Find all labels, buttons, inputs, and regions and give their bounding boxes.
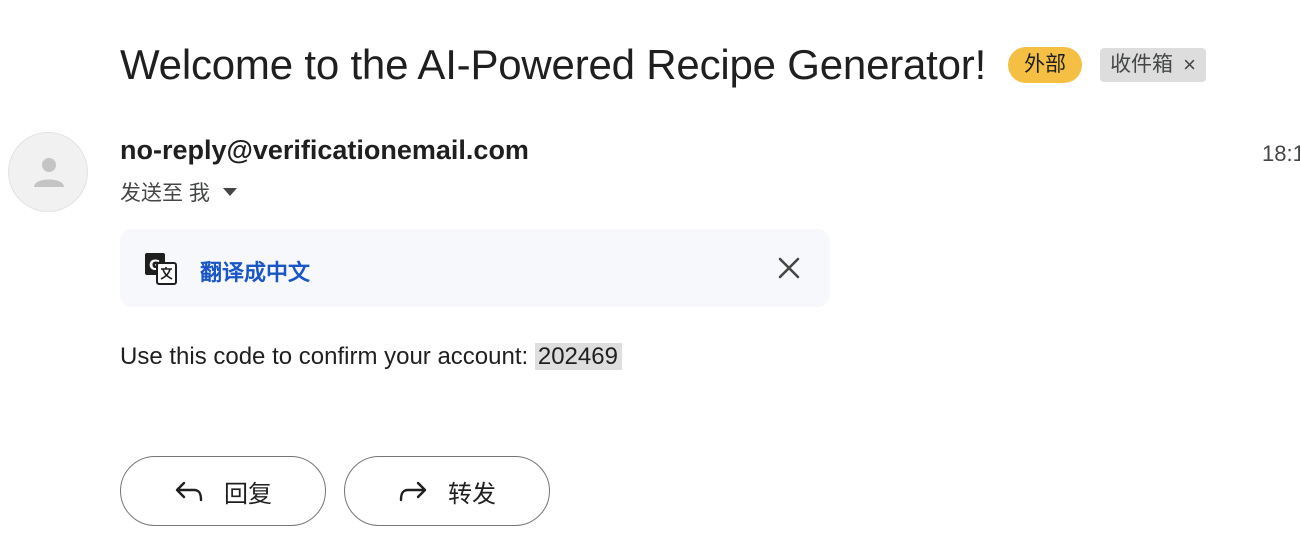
sender-address[interactable]: no-reply@verificationemail.com [120, 135, 529, 166]
forward-button[interactable]: 转发 [344, 456, 550, 526]
reply-button[interactable]: 回复 [120, 456, 326, 526]
person-icon [34, 158, 64, 187]
verification-code: 202469 [534, 343, 622, 370]
external-label-chip: 外部 [1008, 47, 1083, 83]
sender-avatar[interactable] [8, 132, 88, 212]
email-time: 18:12 [1262, 141, 1300, 166]
close-icon[interactable] [776, 255, 802, 281]
forward-arrow-icon [399, 481, 427, 502]
translate-banner: G 翻译成中文 [120, 229, 830, 307]
inbox-label-chip: 收件箱 × [1100, 48, 1206, 82]
recipient-text: 发送至 我 [120, 182, 210, 205]
translate-link[interactable]: 翻译成中文 [200, 255, 310, 287]
email-body: Use this code to confirm your account: 2… [120, 343, 622, 371]
google-translate-icon: G [145, 253, 177, 285]
reply-label: 回复 [224, 480, 272, 508]
body-text: Use this code to confirm your account: [120, 343, 535, 370]
email-subject: Welcome to the AI-Powered Recipe Generat… [120, 41, 987, 88]
recipient-row[interactable]: 发送至 我 [120, 177, 238, 207]
reply-arrow-icon [175, 481, 203, 502]
subject-row: Welcome to the AI-Powered Recipe Generat… [120, 38, 1206, 92]
forward-label: 转发 [448, 480, 496, 508]
caret-down-icon[interactable] [222, 187, 238, 197]
remove-label-icon[interactable]: × [1183, 48, 1196, 82]
inbox-label-text: 收件箱 [1110, 53, 1174, 76]
